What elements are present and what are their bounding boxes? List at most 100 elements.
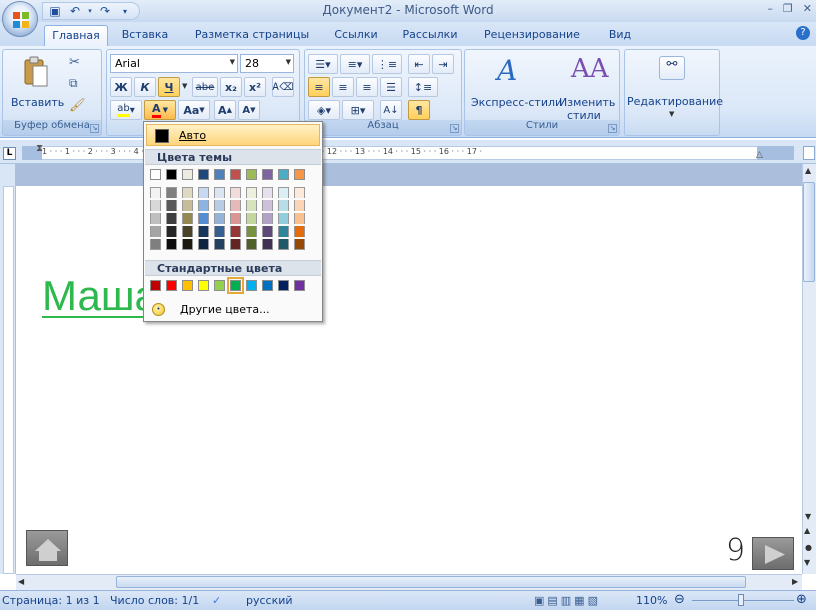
highlight-button[interactable]: ab ▾	[110, 100, 142, 120]
theme-shade-swatch[interactable]	[182, 213, 193, 224]
theme-shade-swatch[interactable]	[278, 239, 289, 250]
standard-color-swatch[interactable]	[262, 280, 273, 291]
decrease-indent-button[interactable]: ⇤	[408, 54, 430, 74]
dialog-launcher-icon[interactable]: ↘	[608, 124, 617, 133]
right-indent-icon[interactable]: △	[756, 150, 763, 160]
font-name-field[interactable]: Arial ▼	[110, 54, 238, 73]
superscript-button[interactable]: x²	[244, 77, 266, 97]
theme-shade-swatch[interactable]	[182, 226, 193, 237]
office-button[interactable]	[2, 1, 38, 37]
standard-color-swatch[interactable]	[227, 277, 244, 294]
numbering-button[interactable]: ≡▾	[340, 54, 370, 74]
redo-icon[interactable]: ↷	[97, 3, 113, 19]
theme-shade-swatch[interactable]	[198, 226, 209, 237]
theme-shade-swatch[interactable]	[230, 213, 241, 224]
theme-shade-swatch[interactable]	[262, 187, 273, 198]
clear-format-button[interactable]: Ꭺ⌫	[272, 77, 294, 97]
sort-button[interactable]: A↓	[380, 100, 402, 120]
restore-icon[interactable]: ❐	[783, 2, 793, 15]
scroll-up-icon[interactable]: ▲	[805, 166, 811, 175]
increase-indent-button[interactable]: ⇥	[432, 54, 454, 74]
scroll-down-icon[interactable]: ▼	[805, 512, 811, 521]
page-count[interactable]: Страница: 1 из 1	[2, 594, 100, 607]
change-case-button[interactable]: Aa ▼	[178, 100, 210, 120]
undo-icon[interactable]: ↶	[67, 3, 83, 19]
tab-page-layout[interactable]: Разметка страницы	[190, 25, 314, 46]
standard-color-swatch[interactable]	[182, 280, 193, 291]
theme-shade-swatch[interactable]	[262, 226, 273, 237]
zoom-out-icon[interactable]: ⊖	[674, 592, 685, 607]
dialog-launcher-icon[interactable]: ↘	[450, 124, 459, 133]
standard-color-swatch[interactable]	[198, 280, 209, 291]
zoom-in-icon[interactable]: ⊕	[796, 592, 807, 607]
underline-button[interactable]: Ч	[158, 77, 180, 97]
zoom-slider-thumb[interactable]	[738, 594, 744, 606]
auto-color-item[interactable]: Авто	[146, 124, 320, 146]
tab-home[interactable]: Главная	[44, 25, 108, 46]
standard-color-swatch[interactable]	[294, 280, 305, 291]
view-buttons[interactable]: ▣▤▥▦▧	[534, 594, 601, 607]
theme-shade-swatch[interactable]	[262, 239, 273, 250]
bullets-button[interactable]: ☰▾	[308, 54, 338, 74]
quick-styles-button[interactable]: A Экспресс-стили	[467, 52, 562, 118]
standard-color-swatch[interactable]	[166, 280, 177, 291]
theme-color-swatch[interactable]	[246, 169, 257, 180]
editing-group[interactable]: ⚯ Редактирование ▼	[624, 49, 723, 136]
align-center-button[interactable]: ≡	[332, 77, 354, 97]
theme-shade-swatch[interactable]	[150, 213, 161, 224]
theme-shade-swatch[interactable]	[150, 239, 161, 250]
paste-button[interactable]: Вставить	[7, 54, 64, 116]
align-left-button[interactable]: ≡	[308, 77, 330, 97]
customize-qat-icon[interactable]: ▾	[117, 3, 133, 19]
theme-shade-swatch[interactable]	[246, 226, 257, 237]
scroll-left-icon[interactable]: ◀	[18, 577, 24, 586]
language[interactable]: русский	[246, 594, 293, 607]
tab-insert[interactable]: Вставка	[116, 25, 174, 46]
font-color-button[interactable]: A ▼	[144, 100, 176, 120]
tab-view[interactable]: Вид	[598, 25, 642, 46]
standard-color-swatch[interactable]	[278, 280, 289, 291]
spellcheck-icon[interactable]: ✓	[212, 594, 221, 607]
zoom-level[interactable]: 110%	[636, 594, 667, 607]
theme-color-swatch[interactable]	[182, 169, 193, 180]
bold-button[interactable]: Ж	[110, 77, 132, 97]
theme-shade-swatch[interactable]	[214, 200, 225, 211]
theme-shade-swatch[interactable]	[214, 239, 225, 250]
borders-button[interactable]: ⊞▾	[342, 100, 374, 120]
view-ruler-icon[interactable]	[803, 146, 815, 160]
theme-shade-swatch[interactable]	[294, 187, 305, 198]
theme-shade-swatch[interactable]	[150, 200, 161, 211]
chevron-down-icon[interactable]: ▼	[182, 82, 187, 90]
theme-shade-swatch[interactable]	[278, 187, 289, 198]
theme-shade-swatch[interactable]	[294, 200, 305, 211]
next-page-icon[interactable]: ▼	[804, 558, 810, 567]
theme-shade-swatch[interactable]	[182, 239, 193, 250]
strikethrough-button[interactable]: abe	[192, 77, 218, 97]
theme-shade-swatch[interactable]	[198, 200, 209, 211]
theme-color-swatch[interactable]	[294, 169, 305, 180]
theme-color-swatch[interactable]	[198, 169, 209, 180]
theme-shade-swatch[interactable]	[198, 187, 209, 198]
theme-shade-swatch[interactable]	[230, 226, 241, 237]
theme-shade-swatch[interactable]	[198, 213, 209, 224]
theme-shade-swatch[interactable]	[230, 200, 241, 211]
multilevel-button[interactable]: ⋮≡	[372, 54, 402, 74]
save-icon[interactable]: ▣	[47, 3, 63, 19]
dialog-launcher-icon[interactable]: ↘	[90, 124, 99, 133]
more-colors-item[interactable]: • Другие цвета...	[146, 300, 320, 320]
theme-shade-swatch[interactable]	[150, 187, 161, 198]
grow-font-button[interactable]: A ▲	[214, 100, 236, 120]
theme-shade-swatch[interactable]	[214, 187, 225, 198]
theme-shade-swatch[interactable]	[166, 239, 177, 250]
theme-shade-swatch[interactable]	[294, 239, 305, 250]
tab-review[interactable]: Рецензирование	[476, 25, 588, 46]
theme-shade-swatch[interactable]	[278, 213, 289, 224]
line-spacing-button[interactable]: ↕≡	[408, 77, 438, 97]
theme-shade-swatch[interactable]	[246, 200, 257, 211]
theme-color-swatch[interactable]	[150, 169, 161, 180]
theme-shade-swatch[interactable]	[166, 213, 177, 224]
next-slide-button[interactable]	[752, 537, 794, 570]
tab-references[interactable]: Ссылки	[326, 25, 386, 46]
show-marks-button[interactable]: ¶	[408, 100, 430, 120]
browse-object-icon[interactable]: ●	[805, 543, 812, 552]
